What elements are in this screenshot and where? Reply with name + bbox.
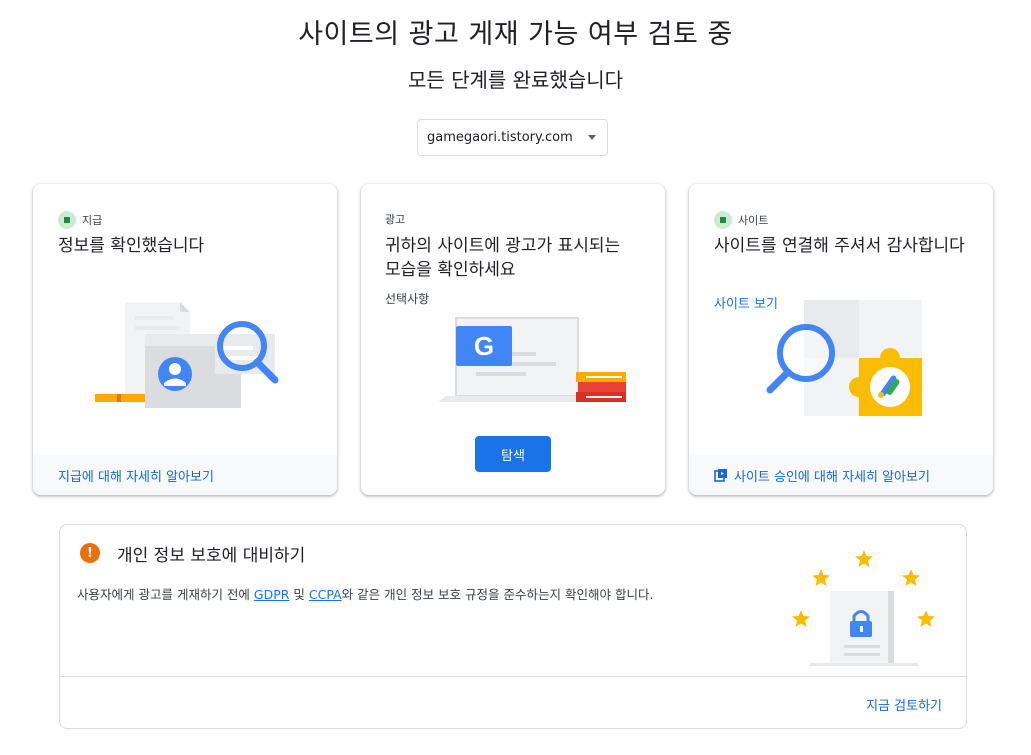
ads-heading: 귀하의 사이트에 광고가 표시되는 모습을 확인하세요 bbox=[385, 236, 621, 280]
ads-card: 광고 귀하의 사이트에 광고가 표시되는 모습을 확인하세요 선택사항 G 탐색 bbox=[361, 184, 665, 495]
ads-tag-label: 광고 bbox=[385, 213, 406, 226]
site-approval-learn-more-link[interactable]: 사이트 승인에 대해 자세히 알아보기 bbox=[689, 455, 993, 495]
id-card-illustration bbox=[95, 302, 279, 408]
ad-letter: G bbox=[474, 331, 494, 361]
payments-learn-more-label: 지급에 대해 자세히 알아보기 bbox=[58, 469, 214, 485]
explore-button[interactable]: 탐색 bbox=[475, 436, 551, 472]
puzzle-illustration bbox=[766, 300, 922, 416]
warning-icon: ! bbox=[80, 543, 100, 563]
site-heading: 사이트를 연결해 주셔서 감사합니다 bbox=[714, 236, 965, 256]
payments-status-tag: 지급 bbox=[58, 211, 102, 229]
privacy-text-and: 및 bbox=[289, 587, 309, 602]
optional-label: 선택사항 bbox=[385, 292, 430, 306]
caret-down-icon bbox=[588, 135, 596, 140]
ads-tag: 광고 bbox=[385, 211, 405, 227]
check-status-icon bbox=[58, 211, 76, 229]
gdpr-link[interactable]: GDPR bbox=[254, 587, 290, 602]
site-dropdown[interactable]: gamegaori.tistory.com bbox=[417, 119, 608, 156]
privacy-divider bbox=[60, 676, 966, 677]
privacy-text-before: 사용자에게 광고를 게재하기 전에 bbox=[77, 587, 254, 602]
page-title: 사이트의 광고 게재 가능 여부 검토 중 bbox=[298, 19, 733, 50]
open-in-new-icon bbox=[714, 469, 727, 482]
site-tag-label: 사이트 bbox=[738, 214, 769, 227]
site-approval-learn-more-label: 사이트 승인에 대해 자세히 알아보기 bbox=[734, 469, 930, 485]
review-now-link[interactable]: 지금 검토하기 bbox=[866, 695, 942, 714]
payments-card: 지급 정보를 확인했습니다 지급에 대해 자세히 알아보기 bbox=[33, 184, 337, 495]
privacy-title: 개인 정보 보호에 대비하기 bbox=[117, 546, 306, 566]
privacy-panel: ! 개인 정보 보호에 대비하기 사용자에게 광고를 게재하기 전에 GDPR … bbox=[59, 524, 967, 729]
check-status-icon bbox=[714, 211, 732, 229]
privacy-text-after: 와 같은 개인 정보 보호 규정을 준수하는지 확인해야 합니다. bbox=[341, 587, 654, 602]
site-card: 사이트 사이트를 연결해 주셔서 감사합니다 사이트 보기 사이트 승인에 대해… bbox=[689, 184, 993, 495]
browser-ad-illustration: G bbox=[438, 317, 626, 402]
site-dropdown-value: gamegaori.tistory.com bbox=[427, 130, 573, 145]
site-status-tag: 사이트 bbox=[714, 211, 768, 229]
privacy-description: 사용자에게 광고를 게재하기 전에 GDPR 및 CCPA와 같은 개인 정보 … bbox=[77, 584, 653, 603]
ccpa-link[interactable]: CCPA bbox=[309, 587, 342, 602]
lock-stars-illustration bbox=[792, 550, 935, 666]
payments-tag-label: 지급 bbox=[82, 214, 103, 227]
payments-learn-more-link[interactable]: 지급에 대해 자세히 알아보기 bbox=[33, 455, 337, 495]
page-subtitle: 모든 단계를 완료했습니다 bbox=[407, 68, 624, 92]
payments-heading: 정보를 확인했습니다 bbox=[58, 236, 205, 256]
